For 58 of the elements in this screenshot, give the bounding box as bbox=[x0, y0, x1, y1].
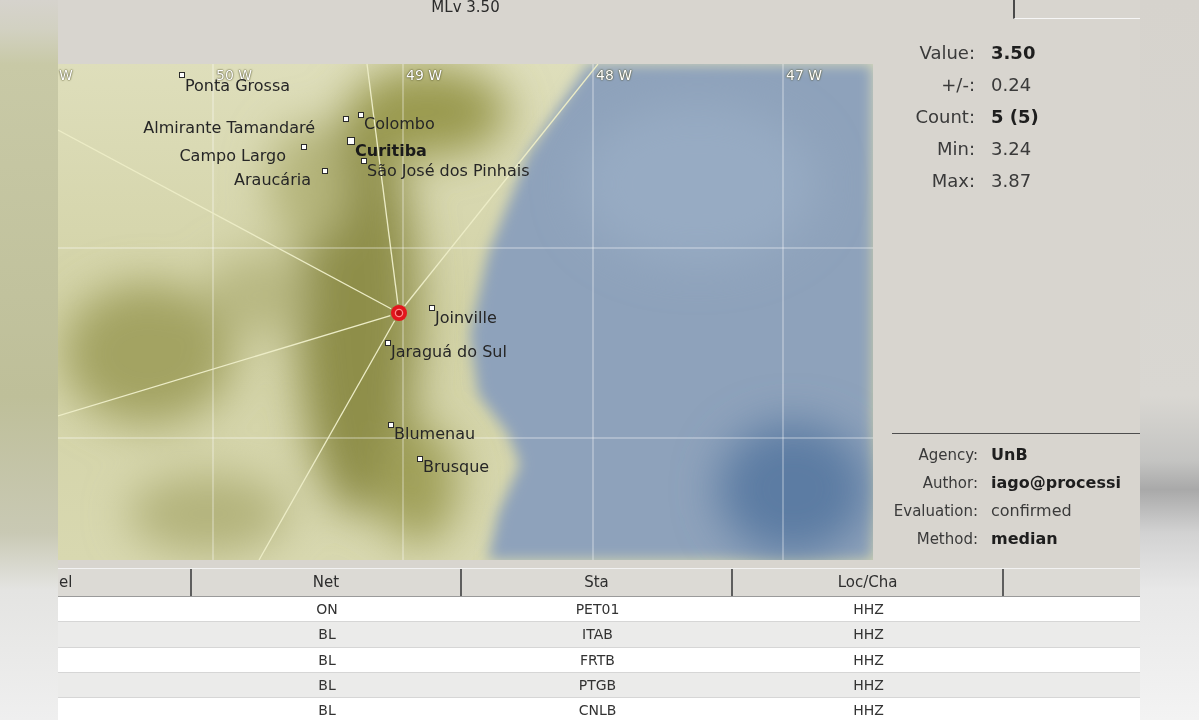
field-value: 3.50 bbox=[991, 43, 1037, 63]
city-label: Almirante Tamandaré bbox=[143, 119, 315, 137]
city-marker-icon bbox=[429, 305, 435, 311]
city-marker-icon bbox=[361, 158, 367, 164]
field-label: Agency: bbox=[917, 446, 978, 464]
table-cell-text: BL bbox=[317, 625, 337, 645]
field-label: Method: bbox=[915, 530, 978, 548]
city-label: Araucária bbox=[234, 171, 311, 189]
field-value: confirmed bbox=[991, 502, 1073, 520]
field-value: median bbox=[991, 530, 1059, 548]
table-cell-text: PTGB bbox=[577, 676, 618, 696]
longitude-label: 49 W bbox=[406, 67, 443, 83]
city-marker-icon bbox=[388, 422, 394, 428]
field-label: Value: bbox=[918, 43, 975, 63]
city-label: Campo Largo bbox=[179, 147, 286, 165]
longitude-label: W bbox=[59, 67, 73, 83]
longitude-label: 47 W bbox=[786, 67, 823, 83]
city-label: Curitiba bbox=[355, 142, 427, 160]
city-label: Blumenau bbox=[394, 425, 476, 443]
table-cell-text: CNLB bbox=[577, 701, 618, 720]
field-value: 3.24 bbox=[991, 139, 1033, 159]
epicenter-icon bbox=[391, 305, 407, 321]
city-label: Jaraguá do Sul bbox=[391, 343, 507, 361]
city-marker-icon bbox=[322, 168, 328, 174]
table-cell-text: FRTB bbox=[579, 650, 616, 670]
field-value: iago@processi bbox=[991, 474, 1122, 492]
city-label: Joinville bbox=[435, 309, 497, 327]
table-cell-text: BL bbox=[317, 676, 337, 696]
table-cell-text: ON bbox=[315, 600, 339, 620]
city-marker-icon bbox=[358, 112, 364, 118]
table-cell-text: HHZ bbox=[852, 701, 885, 720]
field-value: 3.87 bbox=[991, 171, 1033, 191]
table-cell-text: HHZ bbox=[852, 676, 885, 696]
field-label: Max: bbox=[930, 171, 975, 191]
table-cell-text: HHZ bbox=[852, 650, 885, 670]
city-label: Brusque bbox=[423, 458, 490, 476]
field-label: Min: bbox=[936, 139, 975, 159]
table-cell-text: BL bbox=[317, 650, 337, 670]
city-marker-icon bbox=[385, 340, 391, 346]
longitude-label: 48 W bbox=[596, 67, 633, 83]
magnitude-title: MLv 3.50 bbox=[431, 0, 500, 15]
field-label: +/-: bbox=[940, 75, 975, 95]
table-cell-text: HHZ bbox=[852, 625, 885, 645]
field-label: Count: bbox=[914, 107, 975, 127]
city-marker-icon bbox=[417, 456, 423, 462]
table-cell-text: BL bbox=[317, 701, 337, 720]
field-value: 5 (5) bbox=[991, 107, 1040, 127]
city-marker-icon bbox=[343, 116, 349, 122]
table-cell-text: ITAB bbox=[581, 625, 614, 645]
table-cell-text: PET01 bbox=[574, 600, 621, 620]
city-marker-icon bbox=[179, 72, 185, 78]
city-marker-icon bbox=[347, 137, 355, 145]
field-value: UnB bbox=[991, 446, 1029, 464]
field-label: Author: bbox=[921, 474, 978, 492]
city-marker-icon bbox=[301, 144, 307, 150]
field-value: 0.24 bbox=[991, 75, 1033, 95]
table-cell-text: HHZ bbox=[852, 600, 885, 620]
field-label: Evaluation: bbox=[892, 502, 978, 520]
